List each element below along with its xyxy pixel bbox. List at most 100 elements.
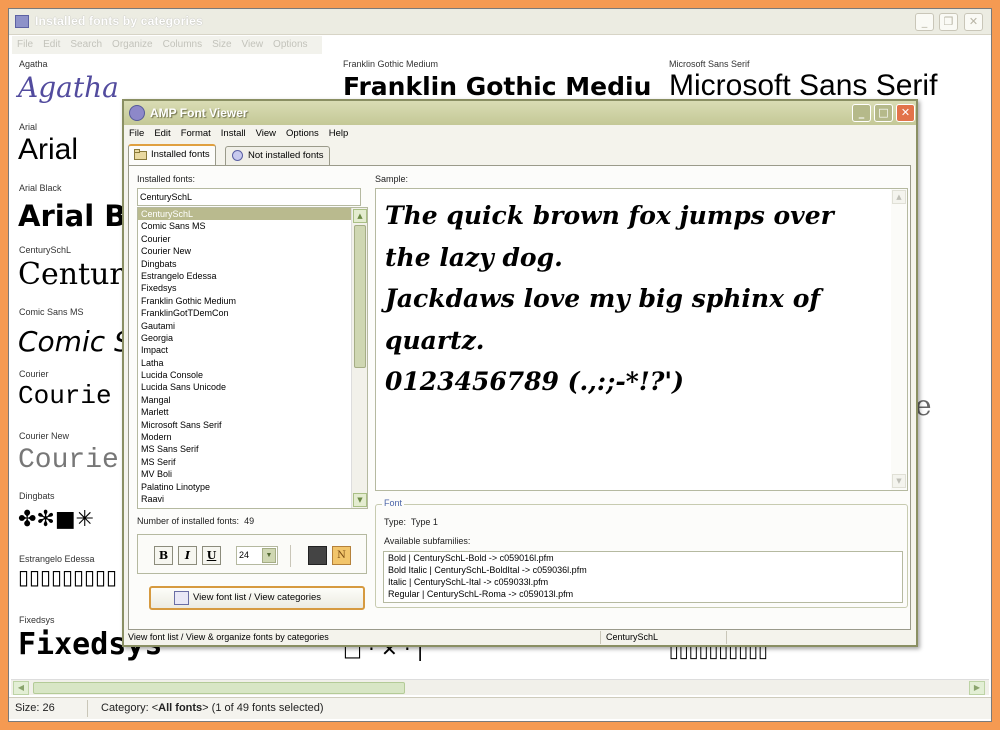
font-search-input[interactable]: CenturySchL [137,188,361,206]
menu-columns[interactable]: Columns [158,36,207,54]
subfamily-row[interactable]: Italic | CenturySchL-Ital -> c059033l.pf… [384,576,902,588]
status-current-font: CenturySchL [606,632,659,642]
subfamilies-list[interactable]: Bold | CenturySchL-Bold -> c059016l.pfm … [383,551,903,603]
sample-scrollbar[interactable]: ▲ ▼ [891,189,907,490]
font-list-item[interactable]: Courier New [138,245,367,257]
menu-organize[interactable]: Organize [107,36,158,54]
menu-search[interactable]: Search [65,36,107,54]
menu-help[interactable]: Help [324,125,354,143]
font-list-item[interactable]: Impact [138,344,367,356]
view-font-list-button[interactable]: View font list / View categories [149,586,365,610]
tab-not-installed-fonts[interactable]: Not installed fonts [225,146,330,165]
maximize-button[interactable]: ❐ [939,13,958,31]
view-font-list-label: View font list / View categories [193,592,321,603]
font-list[interactable]: CenturySchL Comic Sans MS Courier Courier N… [137,207,368,509]
font-list-item[interactable]: Modern [138,431,367,443]
status-category: Category: <All fonts> (1 of 49 fonts sel… [101,702,324,714]
font-size-select[interactable]: 24 ▼ [236,546,278,565]
font-sample-dingbats[interactable]: ✤✻■✳ [18,507,94,532]
menu-edit[interactable]: Edit [38,36,65,54]
menu-install[interactable]: Install [216,125,251,143]
menu-format[interactable]: Format [176,125,216,143]
front-maximize-button[interactable]: □ [874,104,893,122]
menu-options[interactable]: Options [281,125,324,143]
font-group-label: Font [382,498,405,508]
font-list-item[interactable]: FranklinGotTDemCon [138,307,367,319]
font-sample-agatha[interactable]: Agatha [18,71,119,104]
underline-button[interactable]: U [202,546,221,565]
font-list-scroll-thumb[interactable] [354,225,366,368]
sample-line: quartz. [385,325,485,355]
font-list-item[interactable]: Franklin Gothic Medium [138,295,367,307]
sample-line: the lazy dog. [385,242,563,272]
menu-size[interactable]: Size [207,36,236,54]
italic-button[interactable]: I [178,546,197,565]
font-list-item[interactable]: CenturySchL [138,208,367,221]
scroll-down-icon[interactable]: ▼ [353,493,367,507]
minimize-button[interactable]: _ [915,13,934,31]
font-list-item[interactable]: Palatino Linotype [138,481,367,493]
scroll-up-icon[interactable]: ▲ [353,209,367,223]
menu-view[interactable]: View [237,36,269,54]
font-list-item[interactable]: Microsoft Sans Serif [138,419,367,431]
front-title-bar[interactable]: AMP Font Viewer _ □ ✕ [124,101,916,125]
chevron-down-icon[interactable]: ▼ [262,548,276,563]
font-sample-ms-sans-serif[interactable]: Microsoft Sans Serif [669,69,937,103]
font-list-item[interactable]: MS Sans Serif [138,443,367,455]
font-list-item[interactable]: Raavi [138,493,367,505]
font-label-arial: Arial [19,122,38,132]
front-status-bar: View font list / View & organize fonts b… [124,631,916,645]
front-minimize-button[interactable]: _ [852,104,871,122]
font-list-item[interactable]: Marlett [138,406,367,418]
menu-options[interactable]: Options [268,36,312,54]
menu-file[interactable]: File [124,125,149,143]
font-list-item[interactable]: Estrangelo Edessa [138,270,367,282]
font-sample-courier[interactable]: Courie [18,381,112,411]
font-list-item[interactable]: Georgia [138,332,367,344]
sample-line: 0123456789 (.,:;-*!?') [385,367,684,396]
sample-scroll-down-icon[interactable]: ▼ [892,474,906,488]
sample-scroll-up-icon[interactable]: ▲ [892,190,906,204]
font-list-item[interactable]: MV Boli [138,468,367,480]
tab-installed-fonts[interactable]: Installed fonts [128,144,216,165]
horizontal-scrollbar[interactable]: ◀ ▶ [11,679,989,695]
front-close-button[interactable]: ✕ [896,104,915,122]
scroll-left-icon[interactable]: ◀ [13,681,29,695]
font-sample-comic-sans[interactable]: Comic S [18,325,132,358]
font-list-item[interactable]: Comic Sans MS [138,220,367,232]
scroll-thumb[interactable] [33,682,405,694]
color-black-icon[interactable] [308,546,327,565]
app-icon [15,15,29,28]
font-list-item[interactable]: MS Serif [138,456,367,468]
font-list-item[interactable]: Fixedsys [138,282,367,294]
font-label-centuryschl: CenturySchL [19,245,72,255]
font-list-item[interactable]: Mangal [138,394,367,406]
scroll-right-icon[interactable]: ▶ [969,681,985,695]
font-list-item[interactable]: Dingbats [138,258,367,270]
font-list-item[interactable]: Lucida Console [138,369,367,381]
menu-view[interactable]: View [251,125,281,143]
bold-button[interactable]: B [154,546,173,565]
font-sample-estrangelo[interactable]: ▯▯▯▯▯▯▯▯▯ [18,565,117,589]
status-category-suffix: > (1 of 49 fonts selected) [202,702,324,714]
font-list-item[interactable]: Courier [138,233,367,245]
font-sample-arial[interactable]: Arial [18,133,78,167]
menu-file[interactable]: File [12,36,38,54]
font-label-franklin: Franklin Gothic Medium [343,59,439,69]
font-sample-arial-black[interactable]: Arial B [18,199,126,233]
font-sample-courier-new[interactable]: Courie [18,445,119,476]
font-list-item[interactable]: Lucida Sans Unicode [138,381,367,393]
font-sample-franklin[interactable]: Franklin Gothic Mediu [343,72,669,101]
font-list-scrollbar[interactable]: ▲ ▼ [351,208,367,508]
sample-text-area[interactable]: The quick brown fox jumps over the lazy … [375,188,908,491]
font-list-item[interactable]: Latha [138,357,367,369]
menu-edit[interactable]: Edit [149,125,175,143]
font-n-icon[interactable]: N [332,546,351,565]
font-sample-centuryschl[interactable]: Centur [18,257,124,292]
tab-installed-label: Installed fonts [151,149,210,160]
subfamily-row[interactable]: Regular | CenturySchL-Roma -> c059013l.p… [384,588,902,600]
subfamily-row[interactable]: Bold | CenturySchL-Bold -> c059016l.pfm [384,552,902,564]
close-button[interactable]: ✕ [964,13,983,31]
font-list-item[interactable]: Gautami [138,320,367,332]
subfamily-row[interactable]: Bold Italic | CenturySchL-BoldItal -> c0… [384,564,902,576]
